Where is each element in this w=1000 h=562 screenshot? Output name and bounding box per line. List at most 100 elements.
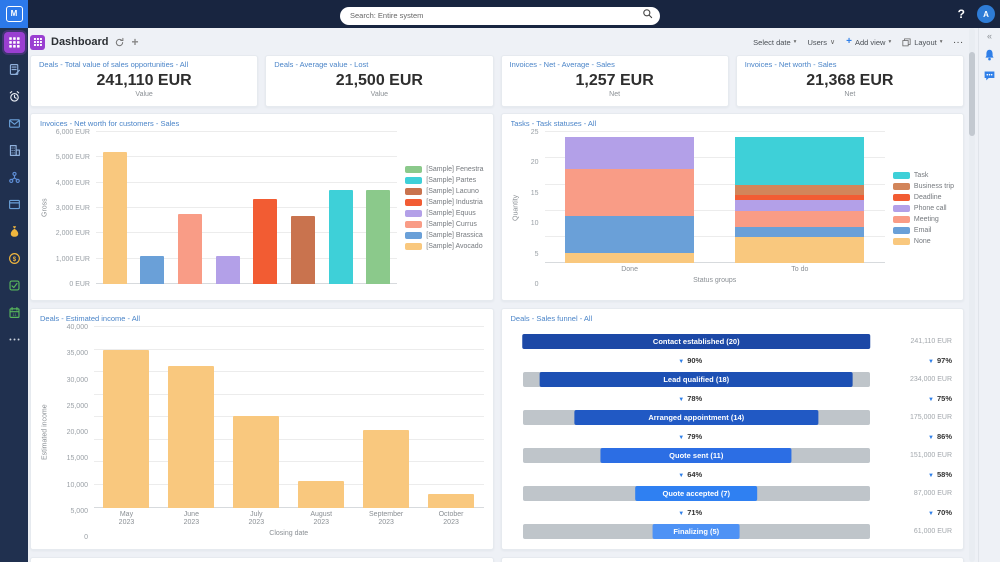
legend-label: [Sample] Brassica: [426, 232, 482, 239]
y-tick-label: 6,000 EUR: [56, 129, 90, 136]
search-input[interactable]: [340, 7, 660, 25]
bar: [428, 494, 474, 508]
sidebar-item-dashboard[interactable]: [4, 32, 25, 53]
y-tick-label: 0: [535, 281, 539, 288]
bar-segment: [735, 227, 864, 238]
chat-icon[interactable]: [983, 69, 996, 82]
scrollbar[interactable]: [969, 28, 975, 562]
kpi-value: 21,500 EUR: [274, 72, 484, 90]
global-search: [340, 5, 660, 23]
sidebar-item-invoices[interactable]: $: [4, 248, 25, 269]
chart-title[interactable]: Deals - Sales funnel - All: [511, 314, 955, 323]
bar: [178, 214, 202, 284]
legend-item: Phone call: [893, 205, 954, 212]
app-logo[interactable]: M: [0, 0, 28, 28]
y-tick-label: 0 EUR: [69, 281, 90, 288]
kpi-sublabel: Value: [274, 91, 484, 98]
funnel-stage-value: 87,000 EUR: [870, 490, 954, 497]
sidebar-item-more[interactable]: [4, 329, 25, 350]
notifications-bell-icon[interactable]: [983, 48, 996, 62]
sidebar-item-companies[interactable]: [4, 140, 25, 161]
sidebar-item-contacts[interactable]: [4, 167, 25, 188]
y-tick-label: 1,000 EUR: [56, 256, 90, 263]
help-button[interactable]: ?: [958, 7, 965, 21]
funnel-stage-label: Quote sent (11): [669, 451, 723, 460]
down-triangle-icon: ▼: [678, 397, 684, 403]
down-triangle-icon: ▼: [928, 473, 934, 479]
funnel-transition-row: ▼78% ▼75%: [511, 390, 955, 406]
x-axis-label: Closing date: [94, 530, 484, 537]
legend-label: Business trip: [914, 183, 954, 190]
funnel-stage-value: 234,000 EUR: [870, 376, 954, 383]
y-tick-label: 15,000: [67, 455, 88, 462]
bar-group: [94, 327, 484, 508]
legend-label: None: [914, 238, 931, 245]
legend-label: [Sample] Currus: [426, 221, 477, 228]
sidebar-item-tasks[interactable]: [4, 275, 25, 296]
kpi-title[interactable]: Deals - Average value - Lost: [274, 60, 484, 69]
down-triangle-icon: ▼: [678, 473, 684, 479]
chevron-down-icon: ▾: [888, 39, 891, 45]
top-bar: M ? A: [0, 0, 1000, 28]
scrollbar-thumb[interactable]: [969, 52, 975, 136]
svg-text:$: $: [12, 256, 16, 263]
right-rail: «: [978, 28, 1000, 562]
sidebar-item-reminders[interactable]: [4, 86, 25, 107]
funnel-transition-row: ▼90%▼97%: [511, 352, 955, 368]
chart-title[interactable]: Deals - Estimated income - All: [40, 314, 484, 323]
bar: [298, 481, 344, 508]
users-filter-control[interactable]: Users ∨: [807, 38, 835, 47]
sidebar-item-projects[interactable]: [4, 194, 25, 215]
legend-label: Deadline: [914, 194, 942, 201]
y-tick-label: 5: [535, 251, 539, 258]
user-avatar[interactable]: A: [977, 5, 995, 23]
more-options-button[interactable]: ···: [954, 38, 965, 47]
search-icon[interactable]: [642, 8, 653, 19]
y-tick-label: 3,000 EUR: [56, 205, 90, 212]
collapse-button[interactable]: «: [987, 31, 992, 41]
x-tick-label: October 2023: [419, 511, 484, 529]
legend-swatch: [893, 183, 910, 190]
sidebar-item-journal[interactable]: [4, 59, 25, 80]
conversion-percent-left: ▼71%: [511, 508, 871, 517]
conversion-percent-left: ▼90%: [511, 356, 871, 365]
sidebar-item-calendar[interactable]: 11: [4, 302, 25, 323]
kpi-value: 21,368 EUR: [745, 72, 955, 90]
kpi-title[interactable]: Invoices - Net - Average - Sales: [510, 60, 720, 69]
select-date-control[interactable]: Select date ▾: [753, 38, 796, 47]
kpi-sublabel: Net: [745, 91, 955, 98]
refresh-button[interactable]: [114, 37, 125, 48]
y-tick-label: 0: [84, 534, 88, 541]
kpi-title[interactable]: Invoices - Net worth - Sales: [745, 60, 955, 69]
alarm-icon: [8, 90, 21, 103]
layout-control[interactable]: Layout ▾: [902, 38, 942, 47]
bar-segment: [735, 137, 864, 184]
plot-area: [94, 327, 484, 508]
chart-card-sales-funnel: Deals - Sales funnel - AllContact establ…: [501, 308, 965, 550]
chart-title[interactable]: Invoices - Net worth for customers - Sal…: [40, 119, 484, 128]
percent-value: 78%: [687, 394, 702, 403]
bar-segment: [735, 200, 864, 211]
bar: [366, 190, 390, 284]
bar: [329, 190, 353, 284]
add-view-button[interactable]: + Add view ▾: [846, 38, 891, 47]
sidebar-item-deals[interactable]: [4, 221, 25, 242]
window-icon: [8, 198, 21, 211]
add-widget-button[interactable]: +: [131, 37, 138, 47]
percent-value: 97%: [937, 356, 952, 365]
calendar-icon: 11: [8, 306, 21, 319]
legend-label: [Sample] Industria: [426, 199, 482, 206]
x-tick-label: To do: [715, 266, 885, 275]
conversion-percent-right: ▼75%: [870, 394, 954, 403]
percent-value: 86%: [937, 432, 952, 441]
chart-title[interactable]: Tasks - Task statuses - All: [511, 119, 955, 128]
bar-segment: [735, 237, 864, 263]
kpi-title[interactable]: Deals - Total value of sales opportuniti…: [39, 60, 249, 69]
bar: [363, 430, 409, 508]
x-tick-label: Done: [545, 266, 715, 275]
kpi-value: 241,110 EUR: [39, 72, 249, 90]
sidebar-item-emails[interactable]: [4, 113, 25, 134]
funnel-stage-label: Quote accepted (7): [662, 489, 730, 498]
kpi-value: 1,257 EUR: [510, 72, 720, 90]
funnel-bar: Quote accepted (7): [635, 486, 757, 501]
